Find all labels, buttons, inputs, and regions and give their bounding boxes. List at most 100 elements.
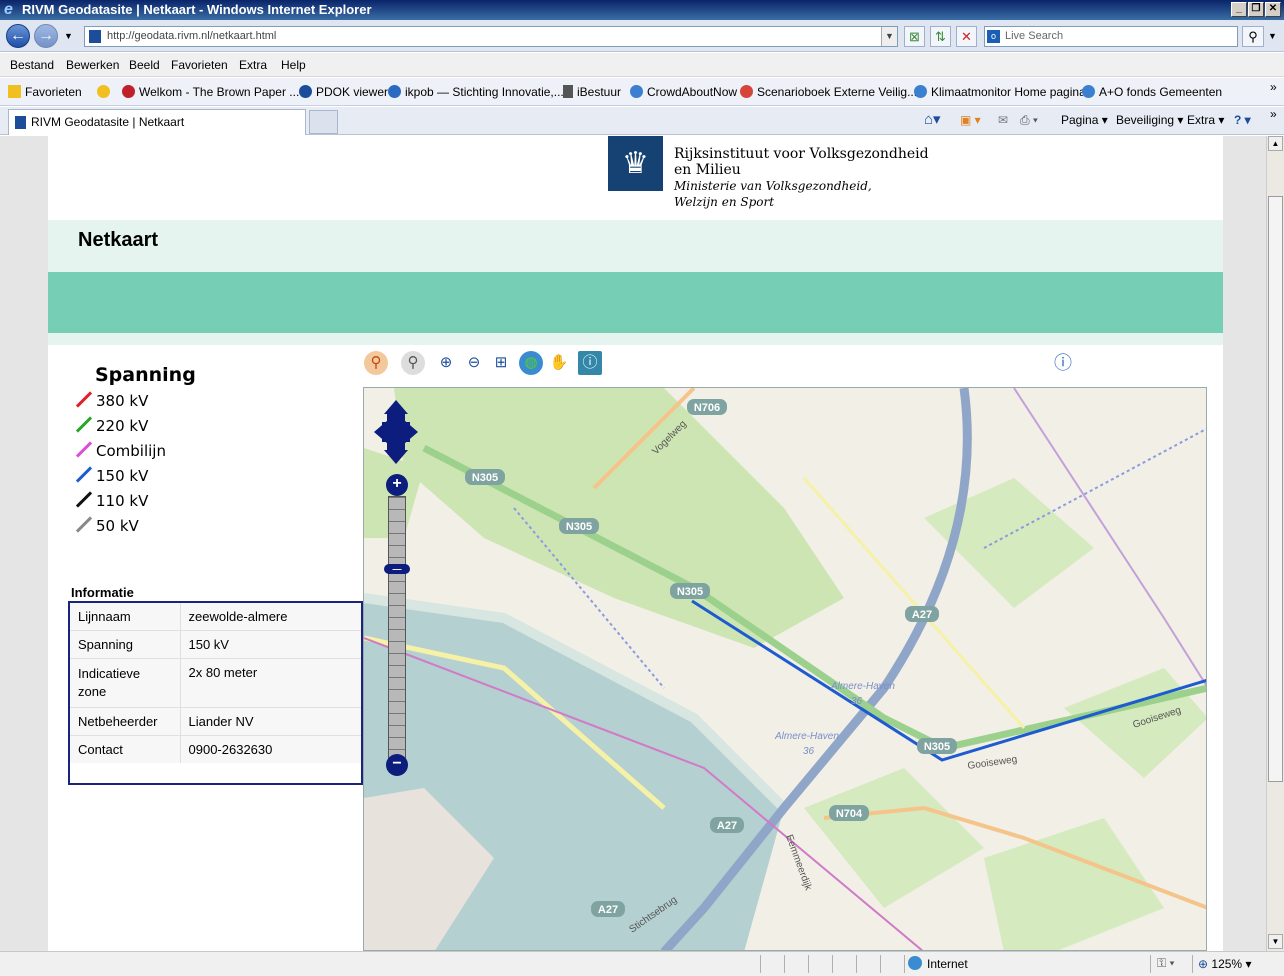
fav-item-klimaatmonitor[interactable]: Klimaatmonitor Home pagina: [914, 85, 1086, 99]
history-dropdown-icon[interactable]: ▼: [64, 31, 73, 41]
new-tab-button[interactable]: [309, 110, 338, 134]
globe-icon[interactable]: ◍: [519, 351, 543, 375]
search-placeholder: Live Search: [1005, 30, 1064, 42]
pagina-menu[interactable]: Pagina ▾: [1061, 113, 1108, 127]
search-input[interactable]: o Live Search: [984, 26, 1238, 47]
info-table: Lijnnaam zeewolde-almere Spanning 150 kV I…: [68, 601, 363, 785]
beveiliging-menu[interactable]: Beveiliging ▾: [1116, 113, 1183, 127]
command-overflow-icon[interactable]: »: [1270, 107, 1277, 121]
map-view[interactable]: N706 N305 N305 N305 N305 N704 A27 A27 A2…: [363, 387, 1207, 951]
brown-paper-icon: [122, 85, 135, 98]
window-title-bar: e RIVM Geodatasite | Netkaart - Windows …: [0, 0, 1284, 20]
page: ♛ Rijksinstituut voor Volksgezondheid en…: [48, 136, 1223, 951]
zoom-slider[interactable]: [388, 496, 406, 766]
vertical-scrollbar[interactable]: ▲ ▼: [1266, 136, 1284, 951]
stop-icon[interactable]: ✕: [956, 26, 977, 47]
compatibility-view-icon[interactable]: ⊠: [904, 26, 925, 47]
info-value: 150 kV: [180, 630, 361, 659]
tab-rivm-netkaart[interactable]: RIVM Geodatasite | Netkaart: [8, 109, 306, 135]
extra-label: Extra: [1187, 113, 1216, 127]
window-title: RIVM Geodatasite | Netkaart - Windows In…: [22, 2, 372, 17]
zoom-box-in-icon[interactable]: ⚲: [364, 351, 388, 375]
zoom-box-out-icon[interactable]: ⚲: [401, 351, 425, 375]
favorites-overflow-icon[interactable]: »: [1270, 80, 1277, 94]
zoom-level-control[interactable]: ⊕ 125% ▾: [1198, 957, 1251, 971]
light-band: [48, 333, 1223, 345]
tab-bar: RIVM Geodatasite | Netkaart ⌂▾ ▣ ▾ ✉ ⎙ ▾…: [0, 107, 1284, 135]
favorites-button[interactable]: Favorieten: [8, 85, 82, 99]
fav-label: CrowdAboutNow: [647, 85, 738, 99]
maximize-button[interactable]: ❐: [1248, 2, 1264, 17]
zoom-slider-handle[interactable]: —: [384, 564, 410, 574]
menu-favorieten[interactable]: Favorieten: [171, 58, 228, 72]
table-row: Indicatieve zone 2x 80 meter: [70, 658, 361, 708]
fav-item-crowdaboutnow[interactable]: CrowdAboutNow: [630, 85, 737, 99]
zoom-out-icon[interactable]: ⊖: [462, 351, 486, 375]
zoom-in-icon[interactable]: ⊕: [434, 351, 458, 375]
exit-label-almere-haven: Almere-Haven: [830, 681, 895, 692]
title-band: Netkaart: [48, 220, 1223, 272]
internet-zone-globe-icon: [908, 956, 922, 970]
minimize-button[interactable]: _: [1231, 2, 1247, 17]
favorites-bar: Favorieten Welkom - The Brown Paper ... …: [0, 78, 1284, 106]
print-icon[interactable]: ⎙ ▾: [1020, 113, 1038, 128]
legend-item-110kv: 110 kV: [74, 491, 148, 510]
menu-extra[interactable]: Extra: [239, 58, 267, 72]
scroll-down-icon[interactable]: ▼: [1268, 934, 1283, 949]
table-row: Netbeheerder Liander NV: [70, 707, 361, 736]
legend-item-50kv: 50 kV: [74, 516, 139, 535]
scenarioboek-icon: [740, 85, 753, 98]
line-swatch-icon: [75, 441, 93, 458]
green-band: [48, 272, 1223, 333]
ministry-line1: Ministerie van Volksgezondheid,: [674, 179, 872, 193]
menu-bar: Bestand Bewerken Beeld Favorieten Extra …: [0, 53, 1284, 77]
pan-control[interactable]: [374, 400, 418, 464]
close-window-button[interactable]: ✕: [1265, 2, 1281, 17]
info-tool-icon[interactable]: ⓘ: [578, 351, 602, 375]
fav-item-ikpob[interactable]: ikpob — Stichting Innovatie,...: [388, 85, 564, 99]
home-icon[interactable]: ⌂▾: [924, 110, 941, 128]
menu-bestand[interactable]: Bestand: [10, 58, 54, 72]
help-icon[interactable]: ? ▾: [1234, 113, 1251, 127]
feeds-icon[interactable]: ▣ ▾: [960, 113, 981, 127]
zoom-extent-icon[interactable]: ⊞: [489, 351, 513, 375]
search-options-icon[interactable]: ▼: [1268, 31, 1277, 41]
legend-item-150kv: 150 kV: [74, 466, 148, 485]
add-favorite-icon[interactable]: [97, 85, 114, 99]
pan-hand-icon[interactable]: ✋: [547, 351, 571, 375]
menu-beeld[interactable]: Beeld: [129, 58, 160, 72]
search-go-icon[interactable]: ⚲: [1242, 26, 1264, 47]
star-icon: [8, 85, 21, 98]
menu-help[interactable]: Help: [281, 58, 306, 72]
page-title: Netkaart: [78, 229, 159, 251]
fav-item-pdok[interactable]: PDOK viewer: [299, 85, 388, 99]
mail-icon[interactable]: ✉: [998, 113, 1008, 127]
scroll-up-icon[interactable]: ▲: [1268, 136, 1283, 151]
ibestuur-icon: [563, 85, 573, 98]
extra-menu[interactable]: Extra ▾: [1187, 113, 1224, 127]
fav-item-ao-fonds[interactable]: A+O fonds Gemeenten: [1082, 85, 1222, 99]
fav-item-ibestuur[interactable]: iBestuur: [563, 85, 621, 99]
menu-bewerken[interactable]: Bewerken: [66, 58, 119, 72]
legend-title: Spanning: [95, 364, 196, 386]
scroll-thumb[interactable]: [1268, 196, 1283, 782]
forward-button[interactable]: →: [34, 24, 58, 48]
zoom-minus-button[interactable]: −: [386, 754, 408, 776]
protected-mode-icon[interactable]: ⚿ ▾: [1157, 956, 1175, 971]
zoom-plus-button[interactable]: +: [386, 474, 408, 496]
back-button[interactable]: ←: [6, 24, 30, 48]
fav-label: ikpob — Stichting Innovatie,...: [405, 85, 564, 99]
browser-viewport: ♛ Rijksinstituut voor Volksgezondheid en…: [0, 136, 1266, 951]
fav-item-brown-paper[interactable]: Welkom - The Brown Paper ...: [122, 85, 299, 99]
legend-item-combilijn: Combilijn: [74, 441, 166, 460]
address-dropdown-icon[interactable]: ▼: [881, 27, 897, 46]
help-circle-icon[interactable]: ⓘ: [1051, 351, 1075, 375]
refresh-icon[interactable]: ⇅: [930, 26, 951, 47]
road-label-a27: A27: [717, 820, 737, 832]
info-key: Indicatieve zone: [70, 658, 181, 708]
road-label-n305: N305: [924, 741, 950, 753]
fav-item-scenarioboek[interactable]: Scenarioboek Externe Veilig...: [740, 85, 917, 99]
info-value: 0900-2632630: [180, 735, 361, 763]
road-label-n704: N704: [836, 808, 863, 820]
address-field[interactable]: http://geodata.rivm.nl/netkaart.html ▼: [84, 26, 898, 47]
